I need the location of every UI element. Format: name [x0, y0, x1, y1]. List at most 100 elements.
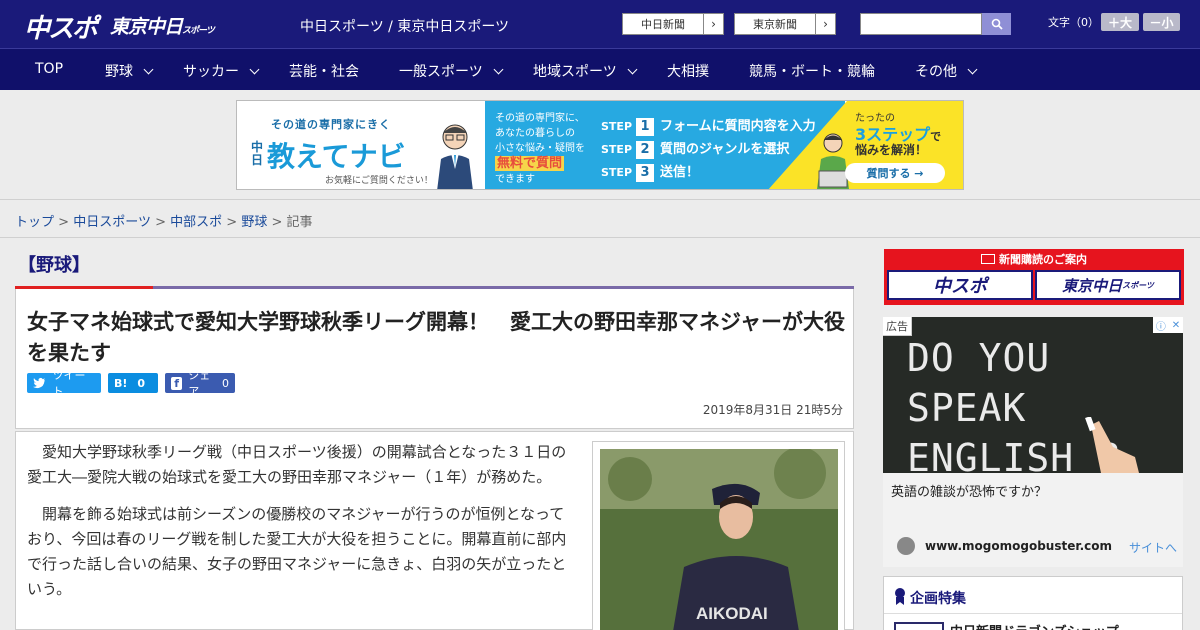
tweet-label: ツイート: [52, 369, 86, 398]
step-number: 3: [636, 164, 655, 182]
chevron-down-icon: [493, 64, 504, 75]
special-divider: [884, 613, 1182, 614]
article-photo-frame: AIKODAI: [592, 441, 845, 630]
banner-mid-line: 小さな悩み・疑問を: [495, 143, 585, 154]
article-text: 愛知大学野球秋季リーグ戦（中日スポーツ後援）の開幕試合となった３１日の愛工大―愛…: [27, 440, 575, 614]
banner-note: お気軽にご質問ください！: [325, 176, 433, 186]
nav-item-others[interactable]: その他: [915, 61, 978, 81]
breadcrumb-current: 記事: [286, 215, 313, 230]
subscribe-tokyo-sub: スポーツ: [1122, 280, 1154, 290]
subscription-box[interactable]: 新聞購読のご案内 中スポ 東京中日 スポーツ: [884, 249, 1184, 305]
article-body: 愛知大学野球秋季リーグ戦（中日スポーツ後援）の開幕試合となった３１日の愛工大―愛…: [15, 431, 854, 630]
banner-tagline: その道の専門家にきく: [271, 118, 391, 131]
breadcrumb-separator: >: [226, 215, 238, 230]
twitter-bird-icon: [33, 377, 46, 389]
nav-label: 野球: [105, 64, 133, 80]
breadcrumb-separator: >: [155, 215, 166, 230]
step-word: STEP: [601, 120, 633, 133]
step-text: フォームに質問内容を入力: [660, 119, 816, 134]
breadcrumb-separator: >: [271, 215, 283, 230]
dragons-shop-thumbnail[interactable]: [894, 622, 944, 630]
article-date: 2019年8月31日 21時5分: [702, 403, 843, 417]
step-word: STEP: [601, 143, 633, 156]
nav-label: その他: [915, 64, 957, 80]
chevron-right-icon: ›: [703, 14, 723, 34]
chunichi-shimbun-link[interactable]: 中日新聞 ›: [622, 13, 724, 35]
main-area: 【野球】 女子マネ始球式で愛知大学野球秋季リーグ開幕！ 愛工大の野田幸那マネジャ…: [0, 239, 1200, 630]
hatena-bookmark-button[interactable]: B! 0: [108, 373, 158, 393]
breadcrumb-chubu-spo[interactable]: 中部スポ: [170, 215, 222, 230]
search-button[interactable]: [982, 13, 1011, 35]
article-category[interactable]: 【野球】: [18, 251, 90, 277]
ad-visit-site-link[interactable]: サイトへ: [1129, 539, 1177, 556]
facebook-share-button[interactable]: f シェア 0: [165, 369, 235, 398]
facebook-share-label: シェア: [188, 369, 211, 398]
font-larger-button[interactable]: ＋大: [1101, 13, 1139, 31]
nav-item-soccer[interactable]: サッカー: [183, 61, 260, 81]
banner-mid-line: できます: [495, 174, 535, 185]
chunichi-shimbun-label: 中日新聞: [641, 18, 685, 31]
nav-item-baseball[interactable]: 野球: [105, 61, 154, 81]
article-title: 女子マネ始球式で愛知大学野球秋季リーグ開幕！ 愛工大の野田幸那マネジャーが大役を…: [27, 310, 845, 365]
nav-label: 一般スポーツ: [399, 64, 483, 80]
step-word: STEP: [601, 166, 633, 179]
nav-item-sumo[interactable]: 大相撲: [667, 61, 709, 81]
award-ribbon-icon: [895, 588, 905, 605]
nav-label: 競馬・ボート・競輪: [749, 64, 875, 80]
ad-info-icon[interactable]: ⓘ: [1156, 318, 1166, 333]
tokyo-chunichi-logo[interactable]: 東京中日スポーツ: [110, 12, 215, 39]
newspaper-icon: [981, 254, 995, 264]
ad-close-icon[interactable]: ✕: [1172, 320, 1180, 331]
article-paragraph: 開幕を飾る始球式は前シーズンの優勝校のマネジャーが行うのが恒例となっており、今回…: [27, 505, 567, 598]
step-text: 質問のジャンルを選択: [660, 142, 790, 157]
nav-item-racing[interactable]: 競馬・ボート・競輪: [749, 61, 875, 81]
ad-image[interactable]: DO YOU SPEAK ENGLISH ?: [883, 317, 1183, 473]
facebook-icon: f: [171, 376, 183, 390]
banner-left: その道の専門家にきく 中日 教えてナビ お気軽にご質問ください！: [237, 101, 485, 189]
oshiete-navi-banner[interactable]: その道の専門家にきく 中日 教えてナビ お気軽にご質問ください！ その道の専門家…: [236, 100, 964, 190]
step-number: 1: [636, 118, 655, 136]
subscribe-tokyo-logo[interactable]: 東京中日 スポーツ: [1035, 270, 1181, 300]
search-icon: [991, 18, 1003, 30]
chusupo-logo[interactable]: 中スポ: [24, 8, 98, 45]
nav-item-general-sports[interactable]: 一般スポーツ: [399, 61, 504, 81]
subscribe-tokyo-main: 東京中日: [1062, 276, 1123, 295]
ad-label: 広告: [883, 317, 912, 336]
banner-ask-button[interactable]: 質問する →: [845, 163, 945, 183]
chevron-down-icon: [249, 64, 260, 75]
subscription-title: 新聞購読のご案内: [884, 251, 1184, 267]
article-photo[interactable]: AIKODAI: [600, 449, 838, 630]
breadcrumb-chunichi-sports[interactable]: 中日スポーツ: [73, 215, 151, 230]
nav-item-entertainment[interactable]: 芸能・社会: [289, 61, 359, 81]
special-features-box: 企画特集 中日新聞ドラゴンズショップ: [883, 576, 1183, 630]
site-name: 中日スポーツ / 東京中日スポーツ: [300, 19, 510, 35]
tokyo-shimbun-link[interactable]: 東京新聞 ›: [734, 13, 836, 35]
nav-label: 芸能・社会: [289, 64, 359, 80]
search-input[interactable]: [860, 13, 982, 35]
nav-item-local-sports[interactable]: 地域スポーツ: [533, 61, 638, 81]
special-item-dragons-shop[interactable]: 中日新聞ドラゴンズショップ: [950, 621, 1119, 630]
banner-step: STEP 1 フォームに質問内容を入力: [601, 115, 816, 138]
ad-chalk-text: DO YOU SPEAK ENGLISH ?: [907, 333, 1183, 473]
nav-item-top[interactable]: TOP: [35, 61, 63, 77]
banner-mid-line: その道の専門家に、: [495, 113, 585, 124]
hatena-count: 0: [137, 376, 146, 390]
tweet-button[interactable]: ツイート: [27, 369, 101, 398]
ad-caption[interactable]: 英語の雑談が恐怖ですか？: [891, 481, 1047, 500]
step-text: 送信！: [660, 165, 700, 180]
ad-chalk-line: ENGLISH ?: [907, 436, 1122, 473]
breadcrumb-top[interactable]: トップ: [15, 215, 54, 230]
banner-mid-line: あなたの暮らしの: [495, 128, 575, 139]
ad-domain[interactable]: www.mogomogobuster.com: [925, 539, 1112, 553]
banner-mid-text: その道の専門家に、 あなたの暮らしの 小さな悩み・疑問を 無料で質問 できます: [495, 111, 585, 187]
banner-brand: 教えてナビ: [267, 140, 406, 173]
facebook-count: 0: [222, 376, 229, 390]
hand-with-chalk-icon: [1085, 417, 1139, 473]
breadcrumb-baseball[interactable]: 野球: [241, 215, 267, 230]
sidebar-ad[interactable]: 広告 ⓘ ✕ DO YOU SPEAK ENGLISH ? 英語の雑談が恐怖です…: [883, 317, 1183, 567]
chevron-down-icon: [967, 64, 978, 75]
article-paragraph: 愛知大学野球秋季リーグ戦（中日スポーツ後援）の開幕試合となった３１日の愛工大―愛…: [27, 443, 567, 486]
subscribe-chusupo-logo[interactable]: 中スポ: [887, 270, 1033, 300]
font-smaller-button[interactable]: －小: [1143, 13, 1180, 31]
font-size-label: 文字（0）: [1048, 16, 1099, 29]
